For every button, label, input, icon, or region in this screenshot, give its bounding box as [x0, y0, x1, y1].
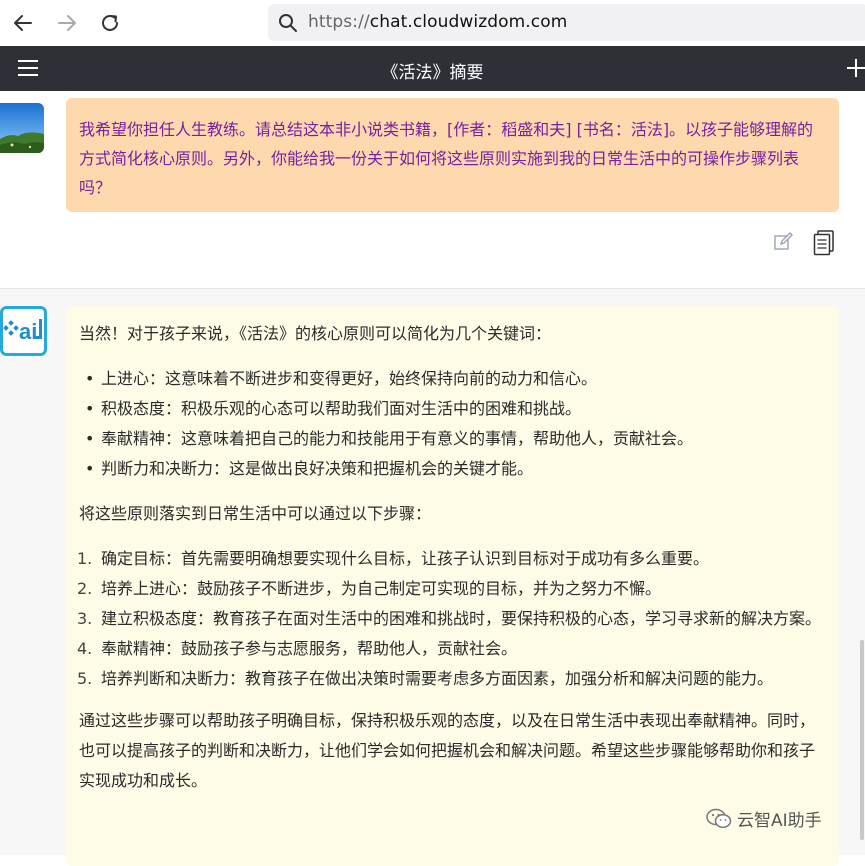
- list-item: 2. 培养上进心：鼓励孩子不断进步，为自己制定可实现的目标，并为之努力不懈。: [77, 574, 825, 604]
- list-item-text: 建立积极态度：教育孩子在面对生活中的困难和挑战时，要保持积极的心态，学习寻求新的…: [101, 609, 822, 628]
- list-item: • 积极态度：积极乐观的心态可以帮助我们面对生活中的困难和挑战。: [85, 399, 582, 418]
- copy-icon: [813, 230, 834, 256]
- url-scheme: https://: [308, 12, 370, 32]
- list-item: 3. 建立积极态度：教育孩子在面对生活中的困难和挑战时，要保持积极的心态，学习寻求…: [77, 604, 825, 634]
- list-item-text: 判断力和决断力：这是做出良好决策和把握机会的关键才能。: [101, 459, 534, 478]
- app-header: 《活法》摘要: [0, 46, 865, 91]
- step-number: 4.: [77, 639, 93, 658]
- landscape-avatar-icon: [0, 103, 44, 153]
- list-item-text: 培养判断和决断力：教育孩子在做出决策时需要考虑多方面因素，加强分析和解决问题的能…: [101, 669, 774, 688]
- step-number: 3.: [77, 609, 93, 628]
- address-bar[interactable]: https://chat.cloudwizdom.com: [268, 4, 865, 41]
- ai-intro-text: 当然！对于孩子来说，《活法》的核心原则可以简化为几个关键词：: [79, 324, 552, 343]
- principles-list: • 上进心：这意味着不断进步和变得更好，始终保持向前的动力和信心。 • 积极态度：积…: [79, 364, 825, 484]
- ai-avatar: ai: [0, 306, 47, 356]
- step-number: 5.: [77, 669, 93, 688]
- reload-icon: [102, 14, 118, 31]
- step-number: 1.: [77, 549, 93, 568]
- search-icon: [279, 14, 297, 32]
- back-button[interactable]: [9, 9, 37, 37]
- wechat-icon: [706, 808, 732, 828]
- list-item: • 判断力和决断力：这是做出良好决策和把握机会的关键才能。: [85, 459, 534, 478]
- list-item-text: 奉献精神：鼓励孩子参与志愿服务，帮助他人，贡献社会。: [101, 639, 518, 658]
- url-text: https://chat.cloudwizdom.com: [308, 12, 567, 32]
- arrow-right-icon: [58, 15, 76, 31]
- copy-button[interactable]: [813, 230, 835, 256]
- plus-icon: [847, 59, 865, 77]
- svg-text:ai: ai: [19, 319, 37, 344]
- url-host: chat.cloudwizdom.com: [369, 12, 568, 32]
- ai-logo-icon: ai: [0, 306, 47, 356]
- steps-intro-text: 将这些原则落实到日常生活中可以通过以下步骤：: [79, 504, 432, 523]
- list-item-text: 上进心：这意味着不断进步和变得更好，始终保持向前的动力和信心。: [101, 369, 598, 388]
- user-message-text: 我希望你担任人生教练。请总结这本非小说类书籍，[作者：稻盛和夫] [书名：活法]…: [79, 120, 814, 197]
- list-item: • 上进心：这意味着不断进步和变得更好，始终保持向前的动力和信心。: [85, 369, 598, 388]
- ai-message-row: ai 当然！对于孩子来说，《活法》的核心原则可以简化为几个关键词： • 上进心：这…: [0, 289, 865, 866]
- list-item-text: 培养上进心：鼓励孩子不断进步，为自己制定可实现的目标，并为之努力不懈。: [101, 579, 662, 598]
- list-item-text: 确定目标：首先需要明确想要实现什么目标，让孩子认识到目标对于成功有多么重要。: [101, 549, 710, 568]
- edit-icon: [774, 232, 793, 250]
- ai-message-bubble: 当然！对于孩子来说，《活法》的核心原则可以简化为几个关键词： • 上进心：这意味着…: [66, 306, 839, 866]
- steps-list: 1. 确定目标：首先需要明确想要实现什么目标，让孩子认识到目标对于成功有多么重要。…: [77, 544, 825, 694]
- user-message-row: 我希望你担任人生教练。请总结这本非小说类书籍，[作者：稻盛和夫] [书名：活法]…: [0, 91, 865, 289]
- list-item: 5. 培养判断和决断力：教育孩子在做出决策时需要考虑多方面因素，加强分析和解决问题…: [77, 664, 825, 694]
- browser-toolbar: https://chat.cloudwizdom.com: [0, 0, 865, 46]
- page-title: 《活法》摘要: [381, 63, 484, 83]
- user-message-bubble: 我希望你担任人生教练。请总结这本非小说类书籍，[作者：稻盛和夫] [书名：活法]…: [66, 98, 839, 212]
- reload-button[interactable]: [96, 9, 124, 37]
- new-chat-button[interactable]: [845, 56, 865, 80]
- list-item: 4. 奉献精神：鼓励孩子参与志愿服务，帮助他人，贡献社会。: [77, 634, 825, 664]
- arrow-left-icon: [14, 15, 32, 31]
- user-avatar: [0, 103, 44, 153]
- forward-button[interactable]: [53, 9, 81, 37]
- ai-conclusion-text: 通过这些步骤可以帮助孩子明确目标，保持积极乐观的态度，以及在日常生活中表现出奉献…: [79, 711, 816, 790]
- watermark: 云智AI助手: [706, 806, 822, 831]
- list-item-text: 奉献精神：这意味着把自己的能力和技能用于有意义的事情，帮助他人，贡献社会。: [101, 429, 694, 448]
- list-item: 1. 确定目标：首先需要明确想要实现什么目标，让孩子认识到目标对于成功有多么重要。: [77, 544, 825, 574]
- list-item: • 奉献精神：这意味着把自己的能力和技能用于有意义的事情，帮助他人，贡献社会。: [85, 429, 694, 448]
- watermark-text: 云智AI助手: [737, 811, 822, 831]
- scrollbar[interactable]: [860, 640, 864, 840]
- list-item-text: 积极态度：积极乐观的心态可以帮助我们面对生活中的困难和挑战。: [101, 399, 582, 418]
- step-number: 2.: [77, 579, 93, 598]
- edit-button[interactable]: [773, 232, 793, 252]
